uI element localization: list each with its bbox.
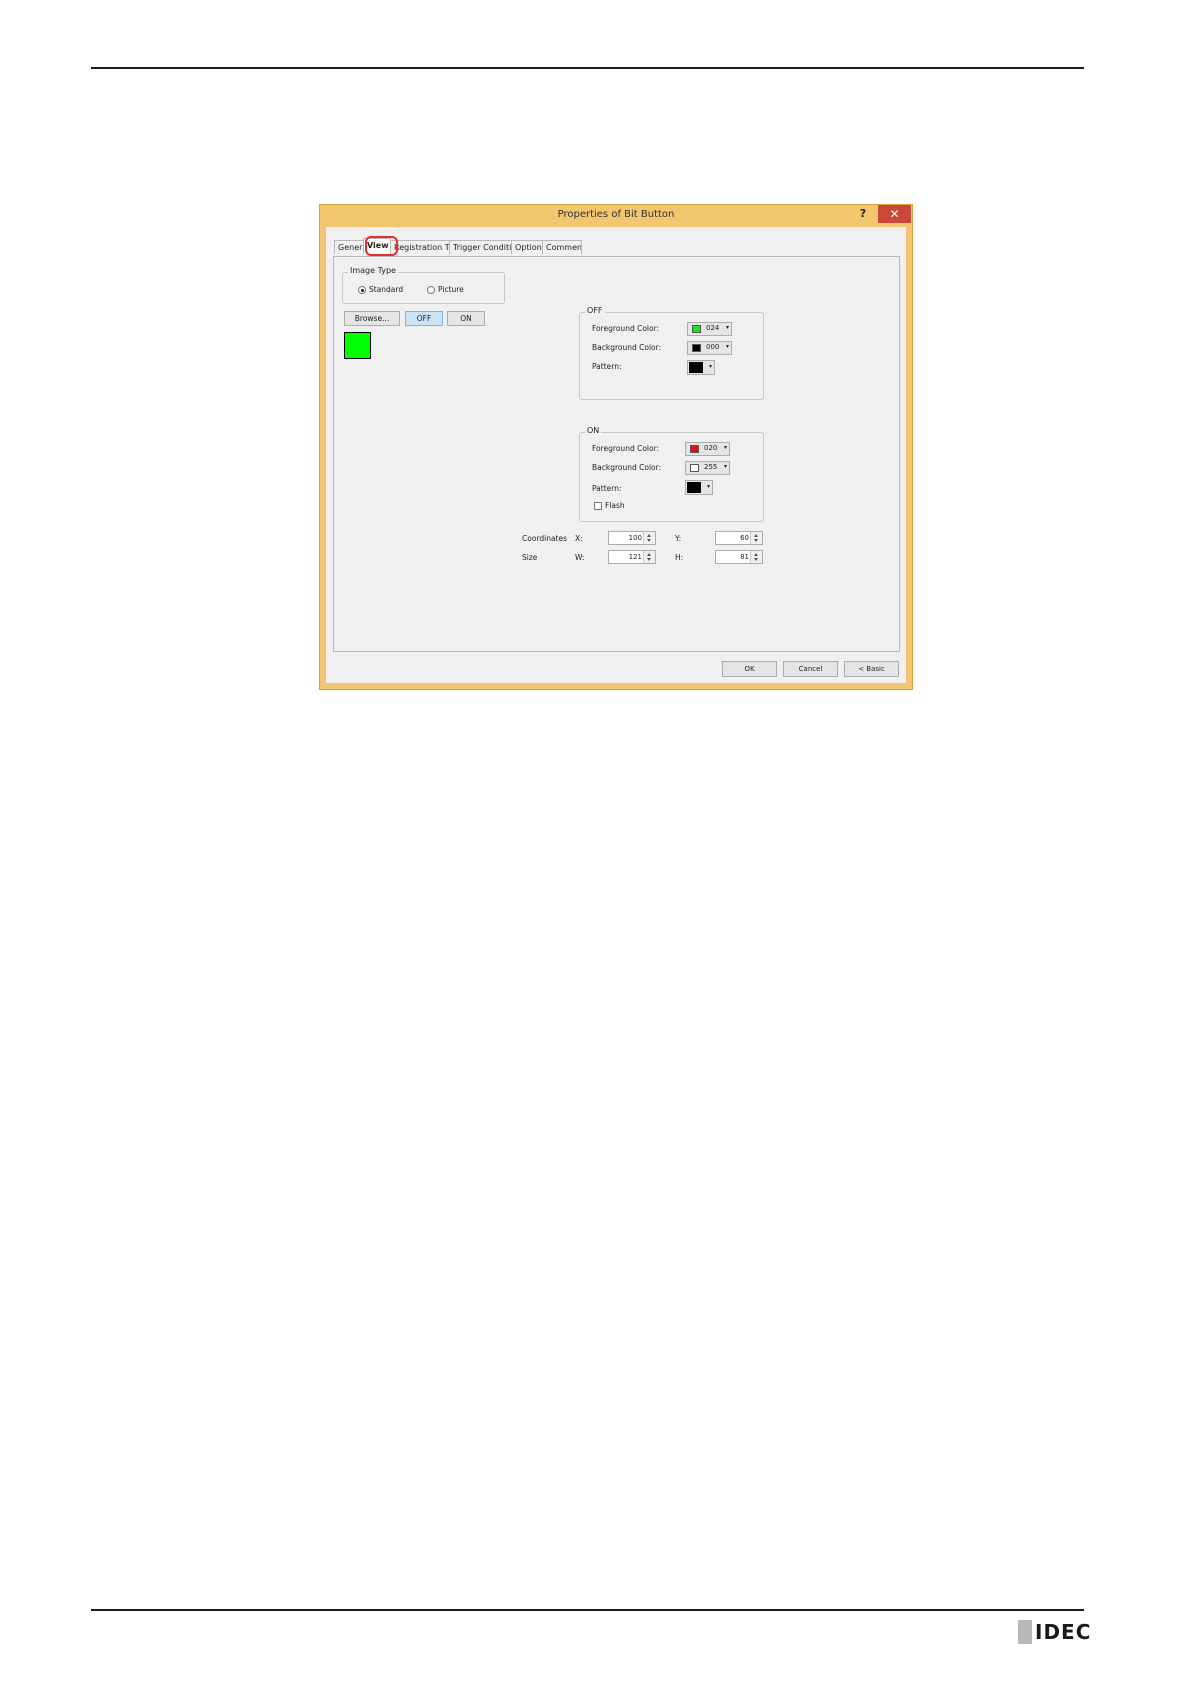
tab-trigger-condition[interactable]: Trigger Condition xyxy=(449,240,512,254)
on-state-button[interactable]: ON xyxy=(447,311,485,326)
standard-radio[interactable] xyxy=(358,286,366,294)
on-pattern-label: Pattern: xyxy=(592,484,622,493)
off-background-label: Background Color: xyxy=(592,343,662,352)
size-label: Size xyxy=(522,553,538,562)
tab-options[interactable]: Options xyxy=(511,240,543,254)
h-label: H: xyxy=(675,553,684,562)
highlight-ring xyxy=(365,236,398,256)
y-label: Y: xyxy=(675,534,682,543)
w-label: W: xyxy=(575,553,585,562)
tab-general[interactable]: Genera xyxy=(334,240,364,254)
off-background-value: 000 xyxy=(706,343,720,351)
on-foreground-swatch xyxy=(690,445,699,453)
h-value: 81 xyxy=(740,553,749,561)
on-foreground-label: Foreground Color: xyxy=(592,444,660,453)
on-foreground-color-select[interactable]: 020 ▾ xyxy=(685,442,730,456)
spinner-arrows[interactable] xyxy=(750,532,762,544)
close-button[interactable]: ✕ xyxy=(878,205,911,223)
image-preview xyxy=(344,332,371,359)
spinner-arrows[interactable] xyxy=(750,551,762,563)
chevron-down-icon: ▾ xyxy=(706,483,710,490)
x-label: X: xyxy=(575,534,583,543)
chevron-down-icon: ▾ xyxy=(725,324,729,331)
w-value: 121 xyxy=(628,553,642,561)
browse-button[interactable]: Browse... xyxy=(344,311,400,326)
logo-text: IDEC xyxy=(1035,1620,1092,1644)
idec-logo: IDEC xyxy=(1018,1620,1091,1644)
picture-radio[interactable] xyxy=(427,286,435,294)
flash-checkbox[interactable] xyxy=(594,502,602,510)
properties-dialog: Properties of Bit Button ? ✕ Genera View… xyxy=(319,204,913,690)
flash-label: Flash xyxy=(605,501,625,510)
chevron-down-icon: ▾ xyxy=(723,444,727,451)
picture-radio-label: Picture xyxy=(438,285,464,294)
w-spinner[interactable]: 121 xyxy=(608,550,656,564)
view-tab-panel: Image Type Standard Picture Browse... OF… xyxy=(333,256,900,652)
off-group: OFF Foreground Color: 024 ▾ Background C… xyxy=(579,306,764,400)
header-rule xyxy=(91,67,1084,69)
y-spinner[interactable]: 60 xyxy=(715,531,763,545)
x-value: 100 xyxy=(628,534,642,542)
on-background-color-select[interactable]: 255 ▾ xyxy=(685,461,730,475)
off-state-button[interactable]: OFF xyxy=(405,311,443,326)
image-type-label: Image Type xyxy=(348,266,398,275)
footer-rule xyxy=(91,1609,1084,1611)
off-foreground-color-select[interactable]: 024 ▾ xyxy=(687,322,732,336)
help-button[interactable]: ? xyxy=(854,207,872,220)
spinner-arrows[interactable] xyxy=(643,551,655,563)
on-background-label: Background Color: xyxy=(592,463,662,472)
standard-radio-label: Standard xyxy=(369,285,404,294)
chevron-down-icon: ▾ xyxy=(708,363,712,370)
tab-comment[interactable]: Comment xyxy=(542,240,582,254)
ok-button[interactable]: OK xyxy=(722,661,777,677)
off-pattern-swatch xyxy=(689,362,703,373)
h-spinner[interactable]: 81 xyxy=(715,550,763,564)
tab-registration-text[interactable]: Registration Tex xyxy=(390,240,450,254)
y-value: 60 xyxy=(740,534,749,542)
off-group-label: OFF xyxy=(585,306,605,315)
on-foreground-value: 020 xyxy=(704,444,718,452)
spinner-arrows[interactable] xyxy=(643,532,655,544)
off-foreground-value: 024 xyxy=(706,324,720,332)
logo-mark xyxy=(1018,1620,1032,1644)
chevron-down-icon: ▾ xyxy=(723,463,727,470)
off-foreground-label: Foreground Color: xyxy=(592,324,660,333)
on-background-swatch xyxy=(690,464,699,472)
on-background-value: 255 xyxy=(704,463,718,471)
coordinates-label: Coordinates xyxy=(522,534,568,543)
off-pattern-select[interactable]: ▾ xyxy=(687,360,715,375)
on-group: ON Foreground Color: 020 ▾ Background Co… xyxy=(579,426,764,522)
off-pattern-label: Pattern: xyxy=(592,362,622,371)
dialog-client: Genera View Registration Tex Trigger Con… xyxy=(326,227,906,683)
x-spinner[interactable]: 100 xyxy=(608,531,656,545)
dialog-titlebar[interactable]: Properties of Bit Button ? ✕ xyxy=(320,205,912,227)
basic-button[interactable]: < Basic xyxy=(844,661,899,677)
on-pattern-swatch xyxy=(687,482,701,493)
on-group-label: ON xyxy=(585,426,602,435)
off-background-swatch xyxy=(692,344,701,352)
on-pattern-select[interactable]: ▾ xyxy=(685,480,713,495)
cancel-button[interactable]: Cancel xyxy=(783,661,838,677)
chevron-down-icon: ▾ xyxy=(725,343,729,350)
off-background-color-select[interactable]: 000 ▾ xyxy=(687,341,732,355)
dialog-title: Properties of Bit Button xyxy=(557,209,675,220)
off-foreground-swatch xyxy=(692,325,701,333)
image-type-group: Image Type Standard Picture xyxy=(342,266,505,304)
